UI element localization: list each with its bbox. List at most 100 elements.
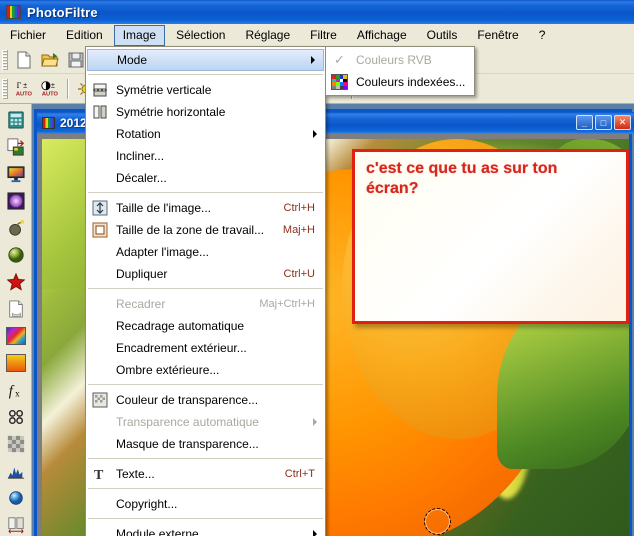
menu-affichage[interactable]: Affichage (348, 25, 416, 46)
svg-text:x: x (15, 388, 20, 398)
page-curl-icon[interactable] (3, 296, 29, 322)
menu-separator (88, 458, 323, 460)
chevron-right-icon (313, 530, 317, 536)
toolbar-grip-2[interactable] (2, 78, 8, 99)
toolbar-grip[interactable] (2, 49, 8, 70)
palette-grid-icon (331, 74, 348, 90)
menu-item-adapter-l-image[interactable]: Adapter l'image... (86, 241, 325, 263)
menu-item-label: Recadrage automatique (116, 319, 245, 333)
menu-item-texte[interactable]: T Texte... Ctrl+T (86, 463, 325, 485)
svg-text:f: f (9, 383, 15, 399)
radial-glow-icon[interactable] (3, 188, 29, 214)
rainbow-gradient-icon[interactable] (3, 323, 29, 349)
menu-item-encadrement-exterieur[interactable]: Encadrement extérieur... (86, 337, 325, 359)
gamma-auto-icon[interactable]: Γ ± AUTO (12, 77, 36, 101)
book-size-icon[interactable] (3, 512, 29, 536)
menu-item-label: Encadrement extérieur... (116, 341, 247, 355)
menu-item-label: Mode (117, 53, 148, 67)
menu-item-accel: Ctrl+T (284, 468, 315, 480)
svg-text:AUTO: AUTO (42, 91, 59, 97)
menu-separator (88, 518, 323, 520)
menu-item-accel: Ctrl+U (283, 268, 315, 280)
menu-fichier[interactable]: Fichier (1, 25, 55, 46)
menu-item-label: Masque de transparence... (116, 437, 259, 451)
submenu-item-label: Couleurs RVB (356, 53, 432, 67)
copy-paste-image-icon[interactable] (3, 134, 29, 160)
menu-item-ombre-exterieure[interactable]: Ombre extérieure... (86, 359, 325, 381)
flip-vertical-icon (91, 81, 109, 99)
menu-separator (88, 288, 323, 290)
menu-item-label: Incliner... (116, 149, 165, 163)
menu-item-decaler[interactable]: Décaler... (86, 167, 325, 189)
mode-submenu: ✓ Couleurs RVB Couleurs indexées... (325, 46, 475, 96)
menu-item-couleur-de-transparence[interactable]: Couleur de transparence... (86, 389, 325, 411)
menu-item-module-externe[interactable]: Module externe (86, 523, 325, 536)
menu-bar: Fichier Edition Image Sélection Réglage … (0, 24, 634, 47)
transparency-color-icon (91, 391, 109, 409)
fx-icon[interactable]: fx (3, 377, 29, 403)
histogram-icon[interactable] (3, 458, 29, 484)
menu-item-rotation[interactable]: Rotation (86, 123, 325, 145)
menu-item-taille-de-l-image[interactable]: Taille de l'image... Ctrl+H (86, 197, 325, 219)
menu-item-label: Décaler... (116, 171, 167, 185)
blue-ball-icon[interactable] (3, 485, 29, 511)
submenu-item-couleurs-rvb: ✓ Couleurs RVB (326, 49, 474, 71)
menu-edition[interactable]: Edition (57, 25, 112, 46)
menu-item-label: Module externe (116, 527, 199, 536)
submenu-item-label: Couleurs indexées... (356, 75, 466, 89)
menu-item-label: Taille de l'image... (116, 201, 212, 215)
menu-item-label: Copyright... (116, 497, 178, 511)
menu-help[interactable]: ? (530, 25, 555, 46)
close-button[interactable]: ✕ (614, 115, 631, 130)
submenu-item-couleurs-indexees[interactable]: Couleurs indexées... (326, 71, 474, 93)
overlay-text-box[interactable]: c'est ce que tu as sur ton écran? (352, 149, 629, 324)
flip-horizontal-icon (91, 103, 109, 121)
menu-item-dupliquer[interactable]: Dupliquer Ctrl+U (86, 263, 325, 285)
application-title-bar: PhotoFiltre (0, 0, 634, 24)
menu-separator (88, 488, 323, 490)
open-folder-icon[interactable] (38, 48, 62, 72)
orange-gradient-icon[interactable] (3, 350, 29, 376)
svg-text:T: T (94, 468, 104, 482)
menu-outils[interactable]: Outils (418, 25, 467, 46)
tool-palette: fx (0, 104, 32, 536)
menu-item-taille-zone-travail[interactable]: Taille de la zone de travail... Maj+H (86, 219, 325, 241)
screen-gradient-icon[interactable] (3, 161, 29, 187)
text-icon: T (91, 465, 109, 483)
menu-item-label: Rotation (116, 127, 161, 141)
menu-image[interactable]: Image (113, 24, 166, 46)
minimize-button[interactable]: _ (576, 115, 593, 130)
chevron-right-icon (313, 418, 317, 426)
menu-item-symetrie-verticale[interactable]: Symétrie verticale (86, 79, 325, 101)
menu-item-symetrie-horizontale[interactable]: Symétrie horizontale (86, 101, 325, 123)
calculator-icon[interactable] (3, 107, 29, 133)
menu-reglage[interactable]: Réglage (236, 25, 299, 46)
menu-item-label: Adapter l'image... (116, 245, 210, 259)
menu-item-masque-de-transparence[interactable]: Masque de transparence... (86, 433, 325, 455)
menu-filtre[interactable]: Filtre (301, 25, 346, 46)
bomb-icon[interactable] (3, 215, 29, 241)
menu-item-label: Dupliquer (116, 267, 168, 281)
canvas-size-icon (91, 221, 109, 239)
menu-separator (88, 384, 323, 386)
menu-separator (88, 74, 323, 76)
menu-item-transparence-automatique: Transparence automatique (86, 411, 325, 433)
star-icon[interactable] (3, 269, 29, 295)
contrast-auto-icon[interactable]: ± AUTO (38, 77, 62, 101)
sphere-icon[interactable] (3, 242, 29, 268)
menu-item-mode[interactable]: Mode (87, 49, 324, 71)
menu-selection[interactable]: Sélection (167, 25, 234, 46)
toolbar-separator (67, 78, 69, 99)
menu-item-incliner[interactable]: Incliner... (86, 145, 325, 167)
new-document-icon[interactable] (12, 48, 36, 72)
menu-item-copyright[interactable]: Copyright... (86, 493, 325, 515)
overlay-text-line1: c'est ce que tu as sur ton (366, 160, 558, 177)
svg-text:±: ± (23, 80, 27, 89)
checkerboard-icon[interactable] (3, 431, 29, 457)
menu-item-recadrer: Recadrer Maj+Ctrl+H (86, 293, 325, 315)
menu-item-recadrage-automatique[interactable]: Recadrage automatique (86, 315, 325, 337)
menu-fenetre[interactable]: Fenêtre (468, 25, 527, 46)
selection-circle[interactable] (424, 508, 451, 535)
maximize-button[interactable]: □ (595, 115, 612, 130)
pattern-icon[interactable] (3, 404, 29, 430)
